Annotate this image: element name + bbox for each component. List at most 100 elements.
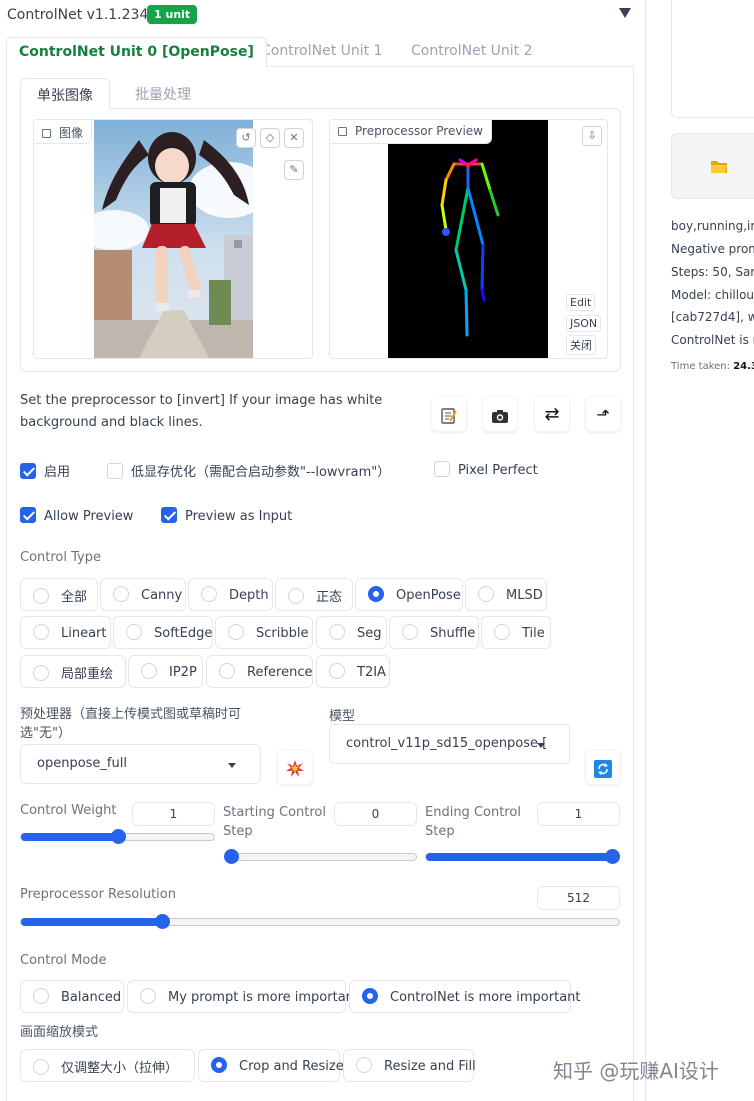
camera-icon[interactable]: [482, 396, 518, 432]
brush-icon[interactable]: ✎: [284, 160, 304, 180]
checkbox-box[interactable]: [161, 507, 177, 523]
starting-step-slider[interactable]: [224, 849, 417, 864]
enable-checkbox[interactable]: 启用: [20, 461, 70, 481]
control-type-option[interactable]: Depth: [188, 578, 273, 611]
slider-thumb[interactable]: [154, 914, 170, 929]
tab-batch[interactable]: 批量处理: [119, 78, 207, 109]
control-type-option[interactable]: Scribble: [215, 616, 313, 649]
radio-dot[interactable]: [33, 665, 49, 681]
rotate-icon[interactable]: ↺: [236, 128, 256, 148]
image-card-label-text: 图像: [59, 126, 84, 140]
radio-dot[interactable]: [228, 624, 244, 640]
send-dimensions-icon[interactable]: ⬏: [585, 396, 621, 432]
radio-dot[interactable]: [329, 663, 345, 679]
control-type-option-selected[interactable]: OpenPose: [355, 578, 463, 611]
close-preview-button[interactable]: 关闭: [566, 335, 596, 355]
preprocessor-resolution-input[interactable]: 512: [537, 886, 620, 910]
folder-icon: [711, 161, 727, 173]
resize-mode-option[interactable]: Resize and Fill: [343, 1049, 476, 1082]
collapse-triangle-icon[interactable]: [619, 8, 631, 18]
radio-dot[interactable]: [126, 624, 142, 640]
control-type-option-label: 局部重绘: [61, 667, 114, 682]
radio-dot[interactable]: [211, 1057, 227, 1073]
lowvram-label: 低显存优化（需配合启动参数"--lowvram"）: [131, 465, 391, 480]
control-weight-slider[interactable]: [20, 829, 215, 844]
resize-mode-option[interactable]: 仅调整大小（拉伸）: [20, 1049, 195, 1082]
control-type-option[interactable]: Lineart: [20, 616, 111, 649]
radio-dot[interactable]: [402, 624, 418, 640]
preprocessor-select[interactable]: openpose_full: [20, 744, 261, 784]
tab-unit-1[interactable]: ControlNet Unit 1: [249, 37, 395, 68]
checkbox-box[interactable]: [20, 507, 36, 523]
control-type-option[interactable]: IP2P: [128, 655, 203, 688]
radio-dot[interactable]: [113, 586, 129, 602]
radio-dot[interactable]: [33, 1059, 49, 1075]
radio-dot[interactable]: [288, 588, 304, 604]
control-type-option[interactable]: Shuffle: [389, 616, 479, 649]
resize-mode-option-selected[interactable]: Crop and Resize: [198, 1049, 344, 1082]
swap-icon[interactable]: ⇄: [534, 396, 570, 432]
accordion-header[interactable]: ControlNet v1.1.234 1 unit: [0, 0, 646, 32]
refresh-models-icon[interactable]: [585, 749, 621, 785]
checkbox-box[interactable]: [20, 463, 36, 479]
open-folder-button[interactable]: [671, 133, 754, 199]
radio-dot[interactable]: [201, 586, 217, 602]
run-preprocessor-explosion-icon[interactable]: [277, 749, 313, 785]
preprocessor-preview-card: Preprocessor Preview ⇩ Edit JSON 关闭: [329, 119, 608, 359]
ending-step-input[interactable]: 1: [537, 802, 620, 826]
eraser-icon[interactable]: ◇: [260, 128, 280, 148]
column-gutter: [646, 0, 664, 1101]
preview-as-input-checkbox[interactable]: Preview as Input: [161, 507, 292, 527]
radio-dot[interactable]: [478, 586, 494, 602]
radio-dot[interactable]: [494, 624, 510, 640]
pixel-perfect-checkbox[interactable]: Pixel Perfect: [434, 461, 538, 481]
radio-dot[interactable]: [368, 586, 384, 602]
time-taken: Time taken: 24.3: [671, 361, 754, 372]
download-icon[interactable]: ⇩: [582, 126, 602, 146]
edit-button[interactable]: Edit: [566, 294, 596, 311]
radio-dot[interactable]: [33, 988, 49, 1004]
radio-dot[interactable]: [356, 1057, 372, 1073]
radio-dot[interactable]: [140, 988, 156, 1004]
control-weight-input[interactable]: 1: [132, 802, 215, 826]
close-icon[interactable]: ✕: [284, 128, 304, 148]
model-select[interactable]: control_v11p_sd15_openpose [: [329, 724, 570, 764]
radio-dot[interactable]: [33, 588, 49, 604]
control-mode-option-selected[interactable]: ControlNet is more important: [349, 980, 581, 1013]
radio-dot[interactable]: [141, 663, 157, 679]
control-type-option[interactable]: 局部重绘: [20, 655, 126, 688]
control-type-option[interactable]: Reference: [206, 655, 313, 688]
control-type-option[interactable]: Tile: [481, 616, 551, 649]
control-type-option[interactable]: 全部: [20, 578, 98, 611]
checkbox-box[interactable]: [107, 463, 123, 479]
control-mode-option[interactable]: Balanced: [20, 980, 124, 1013]
tab-unit-2[interactable]: ControlNet Unit 2: [399, 37, 545, 68]
control-type-option[interactable]: 正态: [275, 578, 353, 611]
ending-step-slider[interactable]: [425, 849, 620, 864]
control-type-option[interactable]: Canny: [100, 578, 186, 611]
notepad-icon[interactable]: [431, 396, 467, 432]
control-type-option-label: Shuffle: [430, 626, 476, 641]
control-mode-option[interactable]: My prompt is more important: [127, 980, 359, 1013]
tab-unit-0[interactable]: ControlNet Unit 0 [OpenPose]: [6, 37, 267, 68]
slider-thumb[interactable]: [224, 849, 239, 864]
radio-dot[interactable]: [33, 624, 49, 640]
json-button[interactable]: JSON: [566, 315, 602, 332]
preprocessor-resolution-label: Preprocessor Resolution: [20, 887, 176, 902]
control-type-option[interactable]: Seg: [316, 616, 387, 649]
control-type-option[interactable]: T2IA: [316, 655, 390, 688]
slider-thumb[interactable]: [605, 849, 620, 864]
unit-count-badge: 1 unit: [147, 5, 198, 24]
slider-thumb[interactable]: [110, 829, 126, 844]
control-type-option[interactable]: SoftEdge: [113, 616, 213, 649]
preprocessor-resolution-slider[interactable]: [20, 914, 620, 929]
radio-dot[interactable]: [219, 663, 235, 679]
checkbox-box[interactable]: [434, 461, 450, 477]
tab-single-image[interactable]: 单张图像: [20, 78, 110, 109]
radio-dot[interactable]: [329, 624, 345, 640]
control-type-option[interactable]: MLSD: [465, 578, 547, 611]
starting-step-input[interactable]: 0: [334, 802, 417, 826]
radio-dot[interactable]: [362, 988, 378, 1004]
lowvram-checkbox[interactable]: 低显存优化（需配合启动参数"--lowvram"）: [107, 461, 390, 481]
allow-preview-checkbox[interactable]: Allow Preview: [20, 507, 133, 527]
